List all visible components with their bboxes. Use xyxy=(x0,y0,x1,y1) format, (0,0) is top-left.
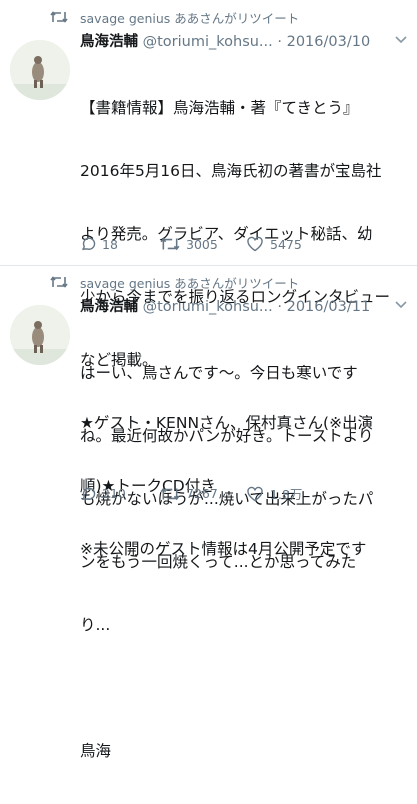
tweet-text-line: 2016年5月16日、鳥海氏初の著書が宝島社 xyxy=(80,162,382,180)
tweet-date[interactable]: 2016/03/10 xyxy=(287,34,371,50)
avatar[interactable] xyxy=(10,305,70,365)
like-icon xyxy=(247,486,263,501)
reply-icon xyxy=(82,237,96,251)
tweet-header: 鳥海浩輔 @toriumi_kohsu... · 2016/03/10 xyxy=(80,30,370,51)
chevron-down-icon[interactable] xyxy=(395,301,407,309)
retweet-icon xyxy=(50,11,68,23)
like-count: 5475 xyxy=(270,236,302,252)
tweet[interactable]: savage genius ああさんがリツイート 鳥海浩輔 @toriumi_k… xyxy=(0,265,417,760)
avatar[interactable] xyxy=(10,40,70,100)
reply-button[interactable]: 18 xyxy=(80,236,160,252)
like-button[interactable]: 1.8万 xyxy=(246,484,302,503)
retweet-count: 7267 xyxy=(186,486,218,501)
tweet-text-line: ンをもう一回焼くって...とか思ってみた xyxy=(80,553,357,571)
author-name[interactable]: 鳥海浩輔 xyxy=(80,34,138,50)
retweet-context-label: savage genius ああさんがリツイート xyxy=(80,10,300,26)
tweet-text-line: り... xyxy=(80,616,111,634)
reply-count: 210 xyxy=(102,486,126,501)
separator-dot: · xyxy=(277,34,282,50)
reply-icon xyxy=(82,487,96,500)
like-icon xyxy=(247,236,263,252)
retweet-context: savage genius ああさんがリツイート xyxy=(50,8,299,26)
separator-dot: · xyxy=(277,299,282,315)
like-button[interactable]: 5475 xyxy=(246,236,302,252)
retweet-context: savage genius ああさんがリツイート xyxy=(50,273,299,291)
retweet-count: 3005 xyxy=(186,236,218,252)
retweet-button[interactable]: 3005 xyxy=(160,236,246,252)
tweet-actions: 210 7267 1.8万 xyxy=(80,484,302,503)
tweet-text-line: 【書籍情報】鳥海浩輔・著『てきとう』 xyxy=(80,99,359,117)
retweet-icon xyxy=(160,237,180,251)
tweet[interactable]: savage genius ああさんがリツイート 鳥海浩輔 @toriumi_k… xyxy=(0,0,417,558)
tweet-text-line: ね。最近何故かパンが好き。トーストより xyxy=(80,427,374,445)
author-name[interactable]: 鳥海浩輔 xyxy=(80,299,138,315)
author-handle[interactable]: @toriumi_kohsu... xyxy=(143,34,273,50)
chevron-down-icon[interactable] xyxy=(395,36,407,44)
reply-count: 18 xyxy=(102,236,118,252)
author-handle[interactable]: @toriumi_kohsu... xyxy=(143,299,273,315)
reply-button[interactable]: 210 xyxy=(80,486,160,502)
tweet-text: はーい、鳥さんです〜。今日も寒いです ね。最近何故かパンが好き。トーストより も… xyxy=(80,321,410,804)
retweet-icon xyxy=(160,487,180,500)
tweet-date[interactable]: 2016/03/11 xyxy=(287,299,371,315)
like-count: 1.8万 xyxy=(270,487,303,502)
retweet-context-label: savage genius ああさんがリツイート xyxy=(80,275,300,291)
retweet-icon xyxy=(50,276,68,288)
tweet-text-line xyxy=(80,678,410,699)
tweet-actions: 18 3005 5475 xyxy=(80,236,302,252)
retweet-button[interactable]: 7267 xyxy=(160,486,246,502)
tweet-header: 鳥海浩輔 @toriumi_kohsu... · 2016/03/11 xyxy=(80,295,370,316)
tweet-text-line: はーい、鳥さんです〜。今日も寒いです xyxy=(80,364,358,382)
tweet-text-line: 鳥海 xyxy=(80,742,112,760)
